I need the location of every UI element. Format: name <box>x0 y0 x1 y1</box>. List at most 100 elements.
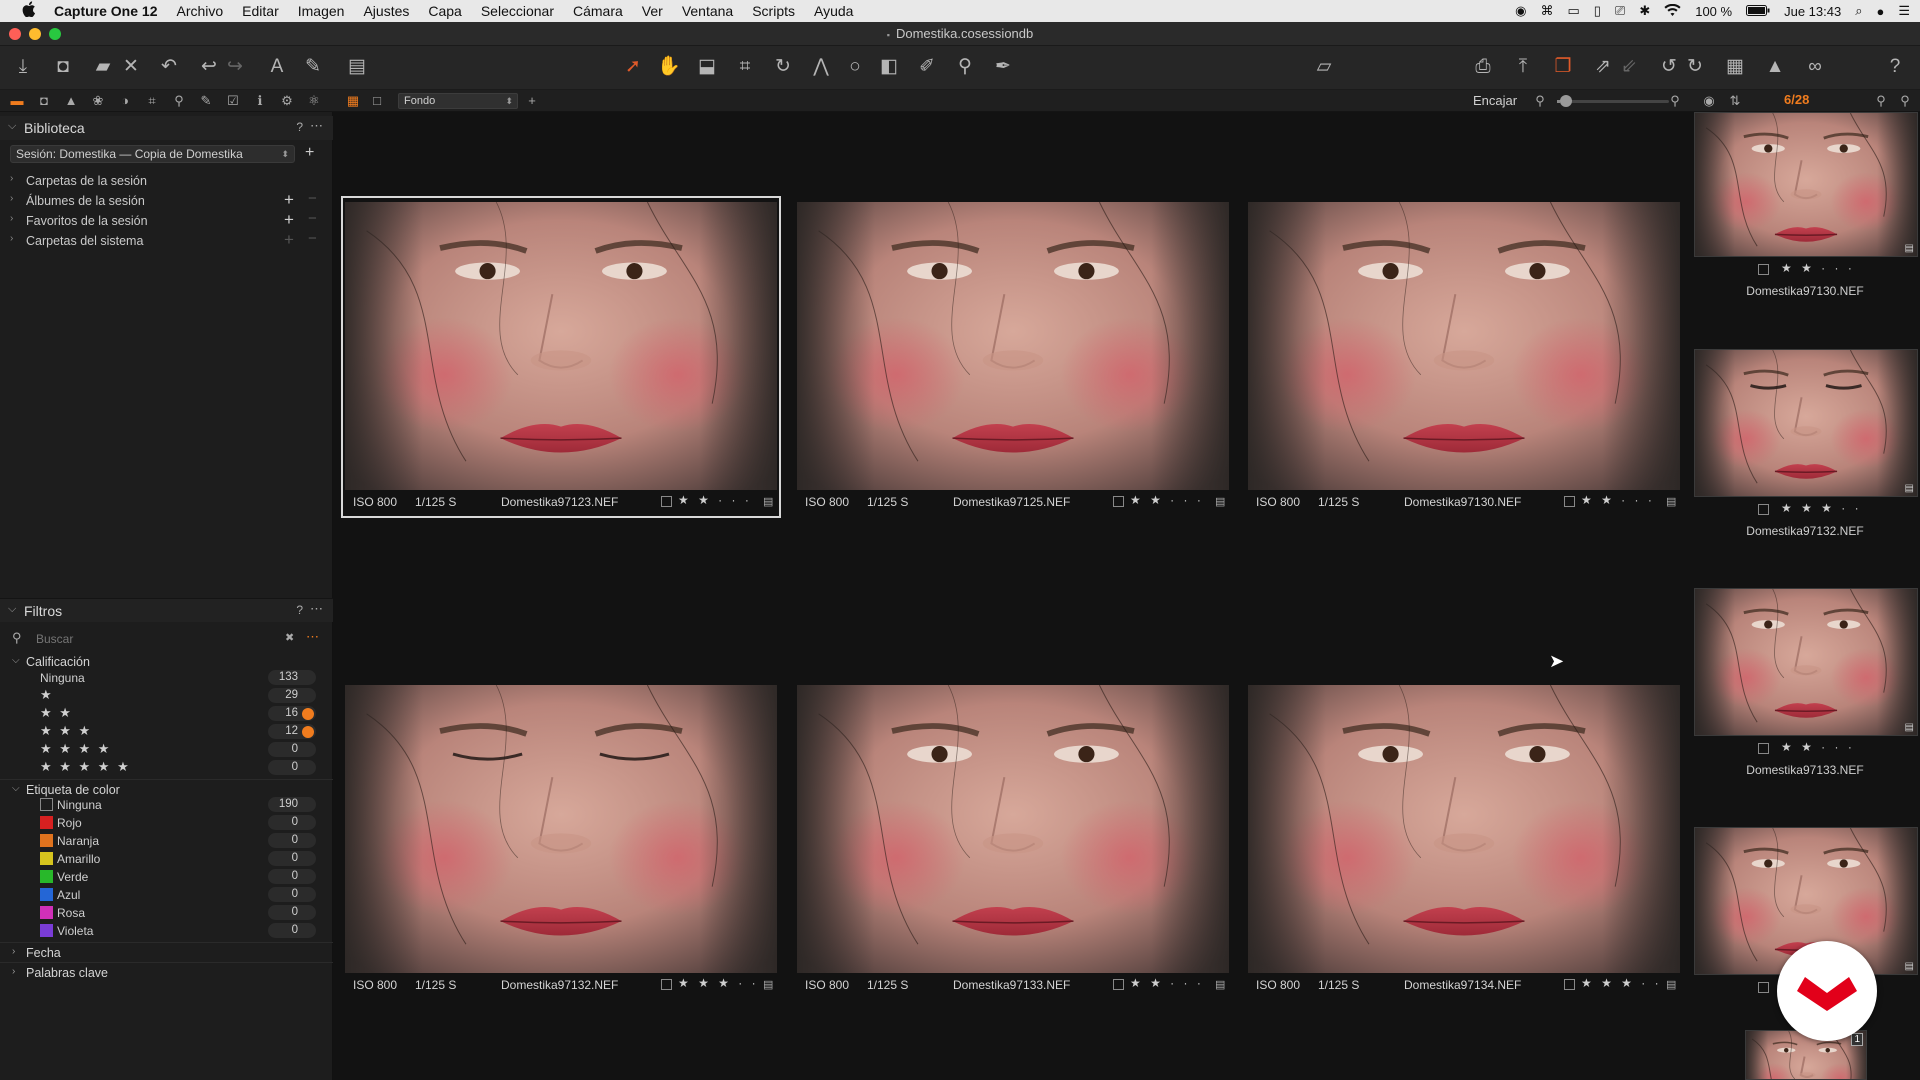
star-rating[interactable]: ★ ★ · · · <box>1130 493 1204 507</box>
rating-filter-row[interactable]: ★ 29 <box>0 687 333 705</box>
spot-icon[interactable]: ○ <box>842 54 868 80</box>
move-folder-icon[interactable]: ▰ <box>90 54 116 80</box>
add-session-button[interactable]: + <box>305 144 314 162</box>
remove-system-folder-button[interactable]: − <box>308 230 317 247</box>
color-label-row[interactable]: Rojo 0 <box>0 814 333 832</box>
image-thumbnail[interactable] <box>345 685 777 973</box>
add-system-folder-button[interactable]: + <box>284 230 294 250</box>
star-rating[interactable]: ★ ★ · · · <box>1581 493 1655 507</box>
menu-ventana[interactable]: Ventana <box>682 3 733 19</box>
filmstrip-thumbnail[interactable]: ▤ <box>1694 112 1918 257</box>
record-icon[interactable]: ◉ <box>1515 3 1526 19</box>
display-icon[interactable]: ▭ <box>1567 3 1579 19</box>
export-icon[interactable]: ⤒ <box>1510 54 1536 80</box>
star-rating[interactable]: ★ ★ ★ · · <box>1781 501 1862 515</box>
brush-icon[interactable]: ✎ <box>300 54 326 80</box>
sort-icon[interactable]: ⇅ <box>1726 92 1744 110</box>
remove-album-button[interactable]: − <box>308 190 317 207</box>
grid-overlay-icon[interactable]: ▦ <box>1722 54 1748 80</box>
proof-icon[interactable]: ∞ <box>1802 54 1828 80</box>
select-checkbox[interactable] <box>1758 982 1769 993</box>
rating-filter-row[interactable]: ★ ★ ★ ★ ★ 0 <box>0 759 333 777</box>
redo-icon[interactable]: ↪ <box>222 54 248 80</box>
select-checkbox[interactable] <box>1758 743 1769 754</box>
date-group[interactable]: › Fecha <box>0 942 333 962</box>
menu-scripts[interactable]: Scripts <box>752 3 795 19</box>
capture-tab-icon[interactable]: ◘ <box>35 92 53 110</box>
notification-center-icon[interactable]: ☰ <box>1898 3 1910 19</box>
clock[interactable]: Jue 13:43 <box>1784 4 1841 19</box>
chevron-right-icon[interactable]: › <box>10 173 13 184</box>
keywords-group[interactable]: › Palabras clave <box>0 962 333 982</box>
menu-camara[interactable]: Cámara <box>573 3 623 19</box>
workspace-icon[interactable]: ▤ <box>344 54 370 80</box>
clear-search-icon[interactable]: ✖ <box>285 631 294 644</box>
image-thumbnail[interactable] <box>797 685 1229 973</box>
color-label-row[interactable]: Violeta 0 <box>0 922 333 940</box>
rating-filter-row[interactable]: ★ ★ ★ ★ 0 <box>0 741 333 759</box>
background-select[interactable]: Fondo ⬍ <box>398 93 518 109</box>
filters-header[interactable]: ⌵ Filtros ? ⋯ <box>0 598 333 622</box>
grid-view-icon[interactable]: ▦ <box>344 92 362 110</box>
search-input[interactable] <box>36 630 276 648</box>
menu-capa[interactable]: Capa <box>428 3 461 19</box>
airplay-icon[interactable]: ⎚ <box>1615 3 1625 19</box>
chevron-right-icon[interactable]: › <box>12 946 15 957</box>
camera-icon[interactable]: ◘ <box>50 54 76 80</box>
before-after-icon[interactable]: ▱ <box>1311 54 1337 80</box>
phone-icon[interactable]: ▯ <box>1594 3 1601 19</box>
menu-seleccionar[interactable]: Seleccionar <box>481 3 554 19</box>
apple-icon[interactable] <box>18 1 40 21</box>
star-rating[interactable]: ★ ★ · · · <box>1781 740 1855 754</box>
color-label-row[interactable]: Amarillo 0 <box>0 850 333 868</box>
draw-mask-icon[interactable]: ✐ <box>914 54 940 80</box>
add-icon[interactable]: + <box>523 92 541 110</box>
rotate-left-icon[interactable]: ↺ <box>1656 54 1682 80</box>
menu-ajustes[interactable]: Ajustes <box>363 3 409 19</box>
loupe-icon[interactable]: ⬓ <box>694 54 720 80</box>
shortcut-icon[interactable]: ⌘ <box>1540 3 1553 19</box>
add-favorite-button[interactable]: + <box>284 210 294 230</box>
reset-icon[interactable]: ↶ <box>156 54 182 80</box>
session-select[interactable]: Sesión: Domestika — Copia de Domestika ⬍ <box>10 145 295 163</box>
eye-icon[interactable]: ◉ <box>1700 92 1718 110</box>
star-rating[interactable]: ★ ★ · · · <box>678 493 752 507</box>
select-checkbox[interactable] <box>661 496 672 507</box>
rating-filter-row[interactable]: ★ ★ 16 <box>0 705 333 723</box>
viewer-icon[interactable]: □ <box>368 92 386 110</box>
star-rating[interactable]: ★ ★ ★ · · <box>1581 976 1662 990</box>
color-label-row[interactable]: Ninguna 190 <box>0 796 333 814</box>
zoom-out-icon[interactable]: ⚲ <box>1531 92 1549 110</box>
import-icon[interactable]: ⤓ <box>10 54 36 80</box>
rating-filter-row[interactable]: ★ ★ ★ 12 <box>0 723 333 741</box>
rotate-right-icon[interactable]: ↻ <box>1682 54 1708 80</box>
select-checkbox[interactable] <box>1564 979 1575 990</box>
color-tab-icon[interactable]: ❀ <box>89 92 107 110</box>
wifi-icon[interactable] <box>1664 3 1681 19</box>
annotate-icon[interactable]: ✒ <box>990 54 1016 80</box>
library-tab-icon[interactable]: ▬ <box>8 92 26 110</box>
color-label-row[interactable]: Azul 0 <box>0 886 333 904</box>
output-tab-icon[interactable]: ⚙ <box>278 92 296 110</box>
rating-filter-row[interactable]: Ninguna 133 <box>0 669 333 687</box>
library-header[interactable]: ⌵ Biblioteca ? ⋯ <box>0 116 333 140</box>
crop-icon[interactable]: ⌗ <box>732 54 758 80</box>
slider-handle[interactable] <box>1560 95 1572 107</box>
copy-adjustments-icon[interactable]: ⇗ <box>1590 54 1616 80</box>
batch-tab-icon[interactable]: ⚛ <box>305 92 323 110</box>
active-filter-dot[interactable] <box>302 726 314 738</box>
adjustments-tab-icon[interactable]: ☑ <box>224 92 242 110</box>
library-help-icon[interactable]: ? <box>296 120 303 134</box>
delete-icon[interactable]: ✕ <box>118 54 144 80</box>
undo-icon[interactable]: ↩ <box>196 54 222 80</box>
select-checkbox[interactable] <box>661 979 672 990</box>
select-checkbox[interactable] <box>1758 264 1769 275</box>
select-checkbox[interactable] <box>1113 979 1124 990</box>
chevron-down-icon[interactable]: ⌵ <box>12 655 20 666</box>
exposure-warning-icon[interactable]: ▲ <box>1762 54 1788 80</box>
rotate-icon[interactable]: ↻ <box>770 54 796 80</box>
star-rating[interactable]: ★ ★ ★ · · <box>678 976 759 990</box>
auto-adjust-icon[interactable]: A <box>264 54 290 80</box>
apply-adjustments-icon[interactable]: ⇙ <box>1616 54 1642 80</box>
library-row-session-albums[interactable]: › Álbumes de la sesión + − <box>0 190 333 212</box>
